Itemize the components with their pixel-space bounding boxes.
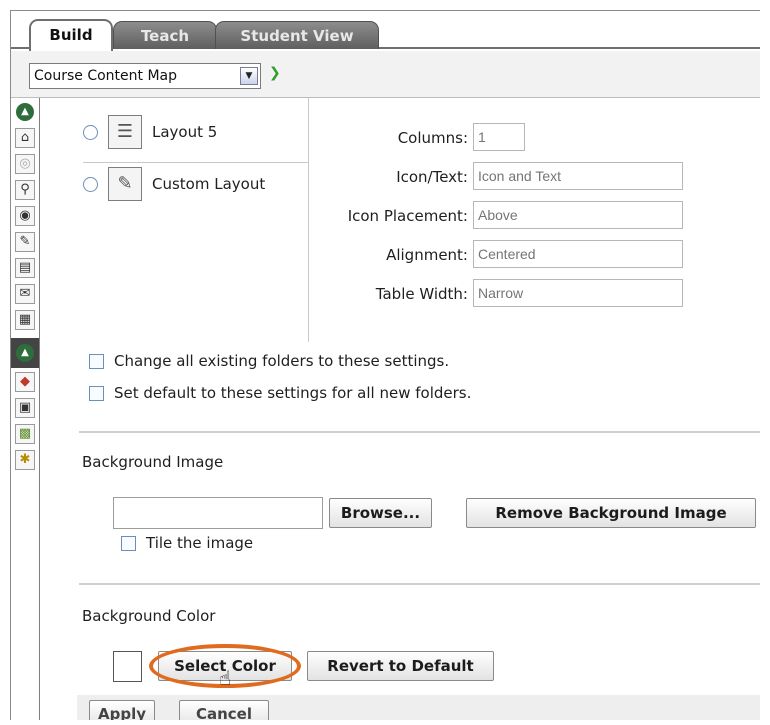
tile-image-checkbox[interactable] [121, 535, 136, 551]
table-width-label: Table Width: [375, 285, 468, 303]
set-default-option[interactable]: Set default to these settings for all ne… [89, 384, 471, 402]
collapse-icon[interactable]: ▲ [16, 103, 34, 121]
browse-button[interactable]: Browse... [329, 498, 432, 528]
quiz-icon[interactable]: ◆ [15, 372, 35, 392]
background-image-file-input[interactable] [113, 497, 323, 529]
background-image-heading: Background Image [82, 453, 224, 471]
mail-icon[interactable]: ✉ [15, 284, 35, 304]
custom-layout-radio[interactable] [83, 176, 98, 192]
background-color-heading: Background Color [82, 607, 216, 625]
tab-bar: Build Teach Student View [11, 11, 760, 51]
layout-5-radio[interactable] [83, 124, 98, 140]
icon-text-label: Icon/Text: [396, 168, 468, 186]
icon-placement-input[interactable] [473, 201, 683, 229]
apply-button[interactable]: Apply [89, 700, 155, 720]
layout-5-icon: ☰ [108, 115, 142, 149]
set-default-checkbox[interactable] [89, 385, 104, 401]
revert-to-default-button[interactable]: Revert to Default [307, 651, 494, 681]
files-icon[interactable]: ▤ [15, 258, 35, 278]
toolbar: Course Content Map ▼ ❯ [11, 51, 760, 98]
icon-placement-label: Icon Placement: [347, 207, 468, 225]
set-default-label: Set default to these settings for all ne… [114, 384, 472, 402]
custom-layout-icon: ✎ [108, 167, 142, 201]
cancel-button[interactable]: Cancel [179, 700, 269, 720]
chevron-down-icon[interactable]: ▼ [240, 67, 258, 85]
roster-icon[interactable]: ▩ [15, 424, 35, 444]
alignment-input[interactable] [473, 240, 683, 268]
alignment-label: Alignment: [386, 246, 468, 264]
search-tool-icon[interactable]: ⚲ [15, 180, 35, 200]
tab-student-view[interactable]: Student View [215, 21, 379, 49]
course-map-select-value: Course Content Map [34, 68, 178, 84]
documents-icon[interactable]: ▦ [15, 310, 35, 330]
color-swatch [113, 651, 142, 682]
calendar-icon[interactable]: ▣ [15, 398, 35, 418]
tools-icon[interactable]: ✱ [15, 450, 35, 470]
change-all-option[interactable]: Change all existing folders to these set… [89, 352, 449, 370]
tool-icon-strip: ▲ ⌂ ◎ ⚲ ◉ ✎ ▤ ✉ ▦ ▲ ◆ ▣ ▩ ✱ [11, 98, 40, 720]
columns-label: Columns: [397, 129, 468, 147]
layout-5-label: Layout 5 [152, 123, 218, 141]
custom-layout-label: Custom Layout [152, 175, 266, 193]
section-separator [79, 431, 760, 433]
collapse-icon-2[interactable]: ▲ [16, 344, 34, 362]
tab-build[interactable]: Build [29, 19, 113, 51]
layout-divider [83, 162, 309, 163]
web-links-icon[interactable]: ◉ [15, 206, 35, 226]
folder-settings-panel: ☰ Layout 5 ✎ Custom Layout Columns: Icon… [41, 98, 760, 720]
home-icon[interactable]: ⌂ [15, 128, 35, 148]
section-separator-2 [79, 583, 760, 585]
icon-text-input[interactable] [473, 162, 683, 190]
course-editor-window: Build Teach Student View Course Content … [10, 10, 760, 720]
remove-background-image-button[interactable]: Remove Background Image [466, 498, 756, 528]
layout-option-custom[interactable]: ✎ Custom Layout [83, 164, 265, 204]
columns-input[interactable] [473, 123, 525, 151]
layout-option-5[interactable]: ☰ Layout 5 [83, 112, 217, 152]
content-icon[interactable]: ◎ [15, 154, 35, 174]
change-all-label: Change all existing folders to these set… [114, 352, 450, 370]
course-map-select[interactable]: Course Content Map ▼ [29, 63, 261, 89]
tab-teach[interactable]: Teach [113, 21, 217, 49]
table-width-input[interactable] [473, 279, 683, 307]
tile-image-option[interactable]: Tile the image [121, 534, 253, 552]
tile-image-label: Tile the image [146, 534, 254, 552]
go-arrow-icon[interactable]: ❯ [269, 65, 281, 81]
change-all-checkbox[interactable] [89, 353, 104, 369]
hand-cursor-icon: ☝ [219, 666, 232, 690]
pin-icon[interactable]: ✎ [15, 232, 35, 252]
